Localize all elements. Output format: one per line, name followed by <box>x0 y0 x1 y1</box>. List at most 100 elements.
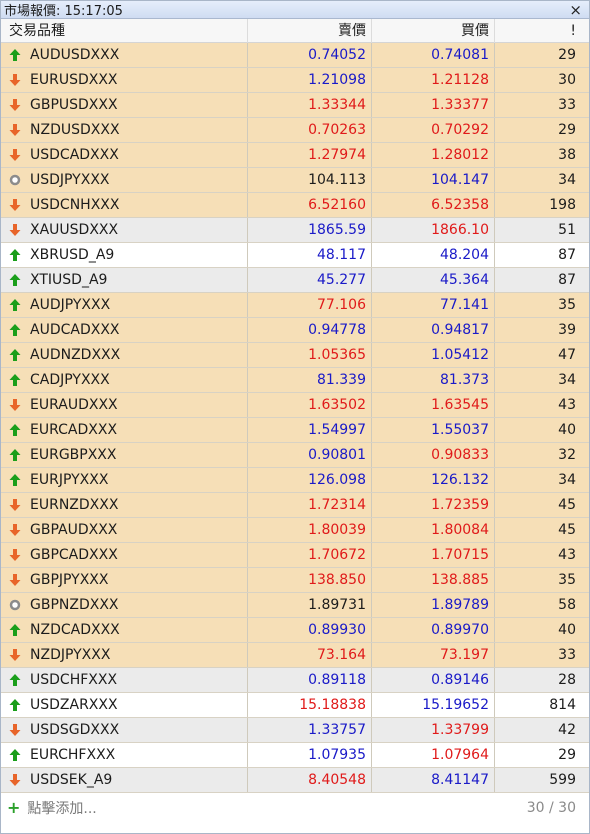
table-row[interactable]: GBPNZDXXX 1.89731 1.89789 58 <box>1 593 589 618</box>
ask-price: 6.52358 <box>372 193 495 217</box>
ask-price: 1.33799 <box>372 718 495 742</box>
arrow-up-icon <box>9 423 21 437</box>
symbol-name: AUDJPYXXX <box>30 297 111 313</box>
table-row[interactable]: AUDCADXXX 0.94778 0.94817 39 <box>1 318 589 343</box>
column-header-ask[interactable]: 買價 <box>372 18 495 43</box>
table-row[interactable]: USDSGDXXX 1.33757 1.33799 42 <box>1 718 589 743</box>
table-row[interactable]: NZDCADXXX 0.89930 0.89970 40 <box>1 618 589 643</box>
ask-price: 1.05412 <box>372 343 495 367</box>
table-row[interactable]: EURNZDXXX 1.72314 1.72359 45 <box>1 493 589 518</box>
spread-value: 34 <box>558 372 576 388</box>
column-header-bid[interactable]: 賣價 <box>248 18 372 43</box>
symbol-name: XBRUSD_A9 <box>30 247 115 263</box>
symbol-cell: GBPUSDXXX <box>1 93 248 117</box>
column-header-spread[interactable]: ! <box>495 19 589 43</box>
spread-value: 28 <box>558 672 576 688</box>
table-row[interactable]: AUDJPYXXX 77.106 77.141 35 <box>1 293 589 318</box>
bid-price: 1.63502 <box>248 393 372 417</box>
ask-price: 0.90833 <box>372 443 495 467</box>
spread-value: 29 <box>558 747 576 763</box>
table-row[interactable]: GBPUSDXXX 1.33344 1.33377 33 <box>1 93 589 118</box>
table-row[interactable]: CADJPYXXX 81.339 81.373 34 <box>1 368 589 393</box>
symbol-name: AUDNZDXXX <box>30 347 121 363</box>
close-icon[interactable]: × <box>566 2 585 17</box>
table-row[interactable]: NZDJPYXXX 73.164 73.197 33 <box>1 643 589 668</box>
table-footer: + 點擊添加... 30 / 30 <box>1 796 589 820</box>
table-row[interactable]: GBPAUDXXX 1.80039 1.80084 45 <box>1 518 589 543</box>
neutral-dot-icon <box>9 598 21 612</box>
table-row[interactable]: GBPCADXXX 1.70672 1.70715 43 <box>1 543 589 568</box>
table-row[interactable]: USDSEK_A9 8.40548 8.41147 599 <box>1 768 589 793</box>
symbol-cell: USDCADXXX <box>1 143 248 167</box>
spread-value: 58 <box>558 597 576 613</box>
symbol-cell: NZDCADXXX <box>1 618 248 642</box>
symbol-name: EURCHFXXX <box>30 747 116 763</box>
bid-price: 0.89930 <box>248 618 372 642</box>
ask-price: 73.197 <box>372 643 495 667</box>
table-row[interactable]: XBRUSD_A9 48.117 48.204 87 <box>1 243 589 268</box>
table-row[interactable]: USDCNHXXX 6.52160 6.52358 198 <box>1 193 589 218</box>
ask-price: 1.55037 <box>372 418 495 442</box>
spread-value: 42 <box>558 722 576 738</box>
symbol-cell: CADJPYXXX <box>1 368 248 392</box>
arrow-down-icon <box>9 398 21 412</box>
table-row[interactable]: XAUUSDXXX 1865.59 1866.10 51 <box>1 218 589 243</box>
table-row[interactable]: XTIUSD_A9 45.277 45.364 87 <box>1 268 589 293</box>
symbol-cell: XAUUSDXXX <box>1 218 248 242</box>
ask-price: 1.72359 <box>372 493 495 517</box>
bid-price: 1.07935 <box>248 743 372 767</box>
spread-value: 43 <box>558 397 576 413</box>
symbol-cell: USDSGDXXX <box>1 718 248 742</box>
bid-price: 45.277 <box>248 268 372 292</box>
spread-value: 45 <box>558 522 576 538</box>
spread-value: 34 <box>558 472 576 488</box>
table-row[interactable]: USDCADXXX 1.27974 1.28012 38 <box>1 143 589 168</box>
table-row[interactable]: AUDNZDXXX 1.05365 1.05412 47 <box>1 343 589 368</box>
symbol-cell: EURUSDXXX <box>1 68 248 92</box>
symbol-cell: XBRUSD_A9 <box>1 243 248 267</box>
table-row[interactable]: USDZARXXX 15.18838 15.19652 814 <box>1 693 589 718</box>
ask-price: 1.28012 <box>372 143 495 167</box>
table-row[interactable]: EURGBPXXX 0.90801 0.90833 32 <box>1 443 589 468</box>
bid-price: 6.52160 <box>248 193 372 217</box>
arrow-down-icon <box>9 523 21 537</box>
table-row[interactable]: GBPJPYXXX 138.850 138.885 35 <box>1 568 589 593</box>
symbol-name: USDCADXXX <box>30 147 119 163</box>
symbol-name: EURCADXXX <box>30 422 118 438</box>
table-row[interactable]: AUDUSDXXX 0.74052 0.74081 29 <box>1 43 589 68</box>
plus-icon: + <box>7 798 21 817</box>
table-row[interactable]: EURAUDXXX 1.63502 1.63545 43 <box>1 393 589 418</box>
symbol-cell: USDCNHXXX <box>1 193 248 217</box>
bid-price: 126.098 <box>248 468 372 492</box>
ask-price: 1.80084 <box>372 518 495 542</box>
spread-value: 34 <box>558 172 576 188</box>
spread-value: 29 <box>558 47 576 63</box>
table-row[interactable]: EURCADXXX 1.54997 1.55037 40 <box>1 418 589 443</box>
symbol-name: EURNZDXXX <box>30 497 119 513</box>
window-title: 市場報價: 15:17:05 <box>4 4 123 19</box>
arrow-down-icon <box>9 98 21 112</box>
bid-price: 104.113 <box>248 168 372 192</box>
add-symbol-button[interactable]: + 點擊添加... <box>7 798 97 818</box>
table-row[interactable]: EURJPYXXX 126.098 126.132 34 <box>1 468 589 493</box>
bid-price: 73.164 <box>248 643 372 667</box>
neutral-dot-icon <box>9 173 21 187</box>
arrow-up-icon <box>9 273 21 287</box>
arrow-up-icon <box>9 473 21 487</box>
spread-value: 51 <box>558 222 576 238</box>
ask-price: 138.885 <box>372 568 495 592</box>
symbol-cell: USDJPYXXX <box>1 168 248 192</box>
arrow-up-icon <box>9 373 21 387</box>
table-row[interactable]: EURUSDXXX 1.21098 1.21128 30 <box>1 68 589 93</box>
column-header-symbol[interactable]: 交易品種 <box>1 18 248 43</box>
arrow-up-icon <box>9 698 21 712</box>
table-row[interactable]: EURCHFXXX 1.07935 1.07964 29 <box>1 743 589 768</box>
ask-price: 1866.10 <box>372 218 495 242</box>
arrow-down-icon <box>9 773 21 787</box>
table-header: 交易品種 賣價 買價 ! <box>1 18 589 43</box>
table-row[interactable]: USDJPYXXX 104.113 104.147 34 <box>1 168 589 193</box>
table-row[interactable]: USDCHFXXX 0.89118 0.89146 28 <box>1 668 589 693</box>
ask-price: 0.74081 <box>372 43 495 67</box>
arrow-up-icon <box>9 748 21 762</box>
table-row[interactable]: NZDUSDXXX 0.70263 0.70292 29 <box>1 118 589 143</box>
